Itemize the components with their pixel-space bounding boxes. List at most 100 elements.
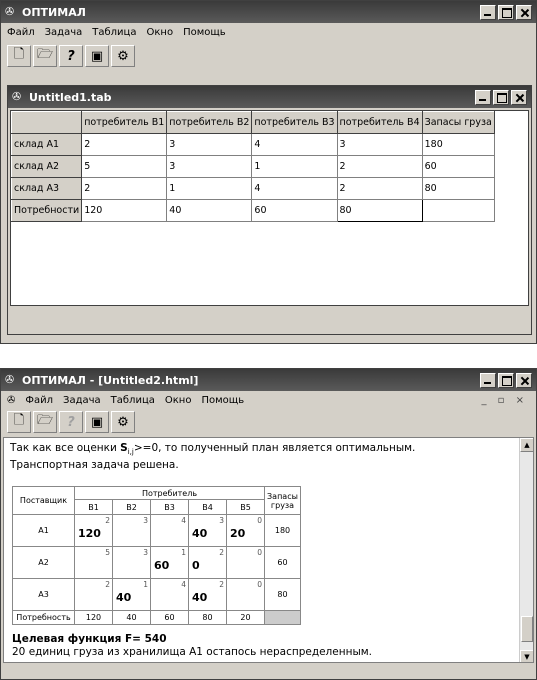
child-minimize-button[interactable] bbox=[475, 89, 491, 105]
cell-cost: 2 bbox=[105, 580, 110, 590]
grid-cell[interactable]: 4 bbox=[251, 133, 338, 156]
message-text-end: >=0, то полученный план является оптимал… bbox=[133, 442, 416, 454]
plan-cell: 3 bbox=[112, 546, 151, 580]
grid-cell[interactable]: 2 bbox=[336, 177, 423, 200]
app-icon: ✇ bbox=[5, 5, 15, 18]
menu-window[interactable]: Окно bbox=[145, 27, 176, 38]
close-button[interactable] bbox=[516, 4, 532, 20]
col-header[interactable]: потребитель В4 bbox=[336, 111, 423, 134]
help-button[interactable]: ? bbox=[59, 45, 83, 67]
consumer-label: B5 bbox=[226, 499, 265, 516]
supplier-header: Поставщик bbox=[12, 486, 75, 516]
maximize-button-2[interactable] bbox=[498, 372, 514, 388]
open-button[interactable]: 🗁 bbox=[33, 45, 57, 67]
title-bar-2[interactable]: ✇ ОПТИМАЛ - [Untitled2.html] bbox=[1, 369, 536, 391]
minimize-button-2[interactable] bbox=[480, 372, 496, 388]
scroll-up-arrow[interactable]: ▲ bbox=[520, 438, 533, 452]
menu-task-2[interactable]: Задача bbox=[61, 395, 103, 406]
col-header[interactable]: потребитель В2 bbox=[166, 111, 253, 134]
supplier-label: A3 bbox=[12, 578, 75, 612]
grid-cell[interactable]: 3 bbox=[166, 155, 253, 178]
plan-cell: 4 bbox=[150, 578, 189, 612]
grid-cell[interactable]: 3 bbox=[336, 133, 423, 156]
menu-help[interactable]: Помощь bbox=[181, 27, 228, 38]
new-file-button[interactable]: 🗋 bbox=[7, 45, 31, 67]
folder-icon: 🗁 bbox=[36, 413, 54, 428]
row-header[interactable]: склад А1 bbox=[10, 133, 83, 156]
menu-help-2[interactable]: Помощь bbox=[199, 395, 246, 406]
col-header[interactable]: потребитель В1 bbox=[81, 111, 168, 134]
grid-cell[interactable]: 120 bbox=[81, 199, 168, 222]
col-header[interactable]: потребитель В3 bbox=[251, 111, 338, 134]
message-text: Так как все оценки bbox=[10, 442, 121, 454]
menu-task[interactable]: Задача bbox=[43, 27, 85, 38]
menu-file[interactable]: Файл bbox=[5, 27, 37, 38]
stock-header: Запасы груза bbox=[264, 486, 301, 516]
save-button[interactable]: ▣ bbox=[85, 45, 109, 67]
grid-cell[interactable]: 2 bbox=[81, 177, 168, 200]
child-maximize-button[interactable] bbox=[493, 89, 509, 105]
grid-cell[interactable]: 40 bbox=[166, 199, 253, 222]
title-bar[interactable]: ✇ ОПТИМАЛ bbox=[1, 1, 536, 23]
new-file-button-2[interactable]: 🗋 bbox=[7, 411, 31, 433]
cell-amount: 40 bbox=[192, 591, 208, 605]
help-button-2[interactable]: ? bbox=[59, 411, 83, 433]
cell-cost: 5 bbox=[105, 548, 110, 558]
col-header[interactable]: Запасы груза bbox=[421, 111, 495, 134]
cell-cost: 4 bbox=[181, 516, 186, 526]
toolbar-2: 🗋 🗁 ? ▣ ⚙ bbox=[1, 409, 536, 435]
grid-cell[interactable]: 5 bbox=[81, 155, 168, 178]
input-table: потребитель В1 потребитель В2 потребител… bbox=[10, 111, 495, 222]
demand-value: 60 bbox=[150, 610, 189, 626]
row-header[interactable]: Потребности bbox=[10, 199, 83, 222]
plan-cell: 20 bbox=[188, 546, 227, 580]
cell-cost: 3 bbox=[143, 516, 148, 526]
vertical-scrollbar[interactable]: ▲ ▼ bbox=[519, 438, 533, 662]
save-button-2[interactable]: ▣ bbox=[85, 411, 109, 433]
mdi-controls[interactable]: _ ▫ × bbox=[479, 395, 530, 406]
result-header-row: Поставщик Потребитель Запасы груза bbox=[12, 486, 301, 516]
plan-cell: 0 bbox=[226, 578, 265, 612]
minimize-button[interactable] bbox=[480, 4, 496, 20]
menu-doc-icon: ✇ bbox=[7, 394, 16, 406]
cell-cost: 2 bbox=[105, 516, 110, 526]
menu-table[interactable]: Таблица bbox=[90, 27, 138, 38]
open-button-2[interactable]: 🗁 bbox=[33, 411, 57, 433]
grid-cell[interactable]: 80 bbox=[336, 199, 423, 222]
consumer-label: B1 bbox=[74, 499, 113, 516]
grid-cell[interactable]: 2 bbox=[336, 155, 423, 178]
grid-cell[interactable]: 3 bbox=[166, 133, 253, 156]
cell-amount: 20 bbox=[230, 527, 246, 541]
grid-cell[interactable]: 80 bbox=[421, 177, 495, 200]
child-title-bar[interactable]: ✇ Untitled1.tab bbox=[8, 86, 531, 108]
scroll-thumb[interactable] bbox=[521, 616, 533, 642]
maximize-button[interactable] bbox=[498, 4, 514, 20]
summary: Целевая функция F= 540 20 единиц груза и… bbox=[4, 625, 533, 659]
main-window-1: ✇ ОПТИМАЛ Файл Задача Таблица Окно Помощ… bbox=[0, 0, 537, 344]
grid-cell[interactable]: 4 bbox=[251, 177, 338, 200]
stock-value: 60 bbox=[264, 546, 301, 580]
grid-cell[interactable]: 180 bbox=[421, 133, 495, 156]
grid-cell[interactable]: 1 bbox=[251, 155, 338, 178]
grid-cell[interactable]: 60 bbox=[251, 199, 338, 222]
main-window-2: ✇ ОПТИМАЛ - [Untitled2.html] ✇ Файл Зада… bbox=[0, 368, 537, 680]
menu-file-2[interactable]: Файл bbox=[23, 395, 55, 406]
scroll-down-arrow[interactable]: ▼ bbox=[520, 650, 533, 662]
settings-button[interactable]: ⚙ bbox=[111, 45, 135, 67]
row-header[interactable]: склад А3 bbox=[10, 177, 83, 200]
close-button-2[interactable] bbox=[516, 372, 532, 388]
row-header[interactable]: склад А2 bbox=[10, 155, 83, 178]
menu-table-2[interactable]: Таблица bbox=[109, 395, 157, 406]
grid-cell[interactable]: 60 bbox=[421, 155, 495, 178]
stock-value: 180 bbox=[264, 514, 301, 548]
plan-cell: 0 20 bbox=[226, 514, 265, 548]
menu-window-2[interactable]: Окно bbox=[163, 395, 194, 406]
cell-amount: 40 bbox=[192, 527, 208, 541]
settings-button-2[interactable]: ⚙ bbox=[111, 411, 135, 433]
child-close-button[interactable] bbox=[511, 89, 527, 105]
grid-cell[interactable] bbox=[421, 199, 495, 222]
result-message: Так как все оценки Si,j>=0, то полученны… bbox=[4, 438, 533, 476]
grid-cell[interactable]: 1 bbox=[166, 177, 253, 200]
cell-amount: 0 bbox=[192, 559, 200, 573]
grid-cell[interactable]: 2 bbox=[81, 133, 168, 156]
